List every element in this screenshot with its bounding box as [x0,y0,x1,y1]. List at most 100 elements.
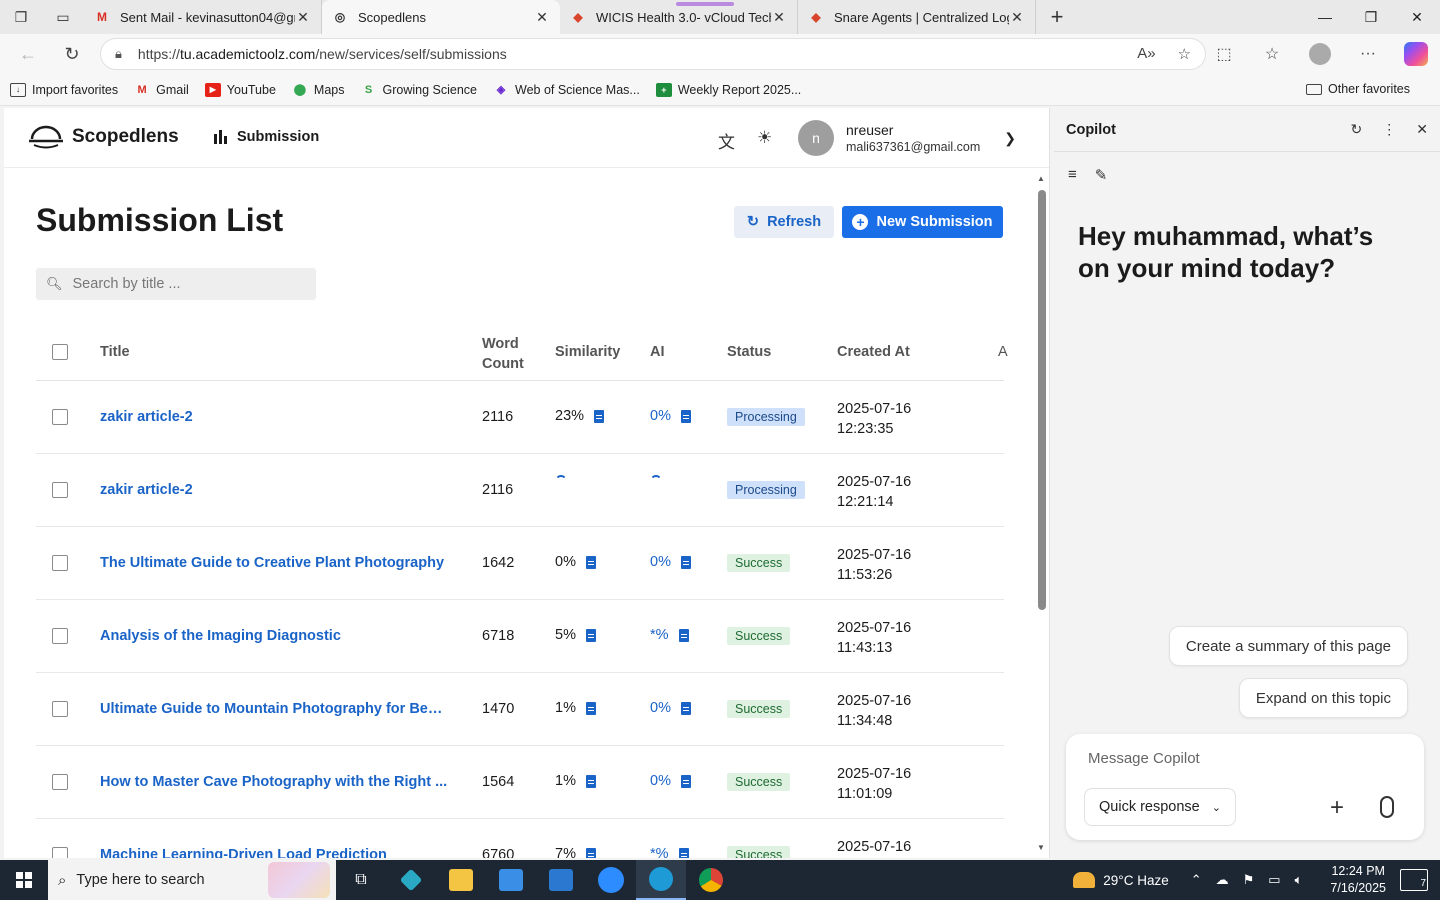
close-window-icon[interactable]: ✕ [1394,0,1440,34]
ai-value[interactable]: 0% [650,554,671,570]
column-word-count[interactable]: Word Count [482,334,524,374]
ai-value[interactable]: 0% [650,408,671,424]
browser-tab-snare[interactable]: ◆ Snare Agents | Centralized Log Co ✕ [798,0,1036,34]
submission-title-link[interactable]: How to Master Cave Photography with the … [100,774,450,790]
suggestion-expand-button[interactable]: Expand on this topic [1238,678,1408,718]
row-checkbox[interactable] [52,409,68,425]
site-info-icon[interactable]: 🔒︎ [115,46,122,62]
theme-sun-icon[interactable]: ☀ [757,128,772,153]
message-input[interactable]: Message Copilot [1088,750,1200,767]
reload-icon[interactable]: ↻ [50,44,94,65]
ai-value[interactable]: 0% [650,773,671,789]
column-ai[interactable]: AI [650,344,665,360]
back-icon[interactable]: ← [6,44,50,65]
favorite-star-icon[interactable]: ☆ [1178,45,1191,63]
close-tab-icon[interactable]: ✕ [771,9,787,26]
weather-widget[interactable]: 29°C Haze [1073,872,1169,888]
ai-report-doc-icon[interactable] [680,774,691,788]
suggestion-summary-button[interactable]: Create a summary of this page [1168,626,1408,666]
user-menu[interactable]: n nreuser mali637361@gmail.com ❯ [798,120,1016,156]
favorite-maps[interactable]: ⬤ Maps [292,83,345,97]
read-aloud-icon[interactable]: A» [1137,45,1155,63]
report-doc-icon[interactable] [585,701,596,715]
profile-avatar[interactable] [1296,43,1344,65]
refresh-button[interactable]: ↻ Refresh [734,206,834,238]
browser-tab-scopedlens[interactable]: ◎ Scopedlens ✕ [322,0,560,34]
menu-icon[interactable]: ≡ [1068,166,1077,184]
row-checkbox[interactable] [52,701,68,717]
favorite-import[interactable]: ↓ Import favorites [10,82,118,97]
ai-report-doc-icon[interactable] [680,409,691,423]
column-similarity[interactable]: Similarity [555,344,620,360]
ai-value[interactable]: *% [650,627,669,643]
page-scrollbar[interactable]: ▲ ▼ [1036,174,1048,858]
search-input[interactable] [72,276,303,292]
microphone-icon[interactable] [1380,796,1394,818]
submission-title-link[interactable]: zakir article-2 [100,482,450,498]
submission-title-link[interactable]: zakir article-2 [100,409,450,425]
scroll-up-icon[interactable]: ▲ [1037,174,1045,183]
submission-title-link[interactable]: Ultimate Guide to Mountain Photography f… [100,701,450,717]
notifications-icon[interactable]: 7 [1400,869,1428,891]
extensions-icon[interactable]: ⬚ [1200,44,1248,64]
refresh-icon[interactable]: ↻ [1351,121,1363,138]
clock[interactable]: 12:24 PM 7/16/2025 [1330,863,1386,897]
submission-title-link[interactable]: Machine Learning-Driven Load Prediction [100,847,450,858]
ai-value[interactable]: 0% [650,700,671,716]
zoom-icon[interactable] [586,860,636,900]
close-tab-icon[interactable]: ✕ [1009,9,1025,26]
new-chat-icon[interactable]: ✎ [1095,166,1108,184]
ai-value[interactable]: *% [650,846,669,858]
volume-icon[interactable]: 🔈︎ [1295,872,1303,888]
app-logo[interactable]: Scopedlens [28,123,179,151]
app-diamond-icon[interactable] [386,860,436,900]
row-checkbox[interactable] [52,628,68,644]
network-icon[interactable]: ▭ [1268,872,1280,888]
other-favorites[interactable]: Other favorites [1306,82,1410,96]
row-checkbox[interactable] [52,774,68,790]
more-options-icon[interactable]: ⋮ [1382,121,1396,138]
restore-icon[interactable]: ❐ [1348,0,1394,34]
nav-submission[interactable]: Submission [214,129,319,145]
report-doc-icon[interactable] [594,409,605,423]
favorite-growing-science[interactable]: S Growing Science [361,83,477,97]
microsoft-store-icon[interactable] [486,860,536,900]
taskbar-search[interactable]: ⌕ Type here to search [48,860,336,900]
onedrive-icon[interactable]: ☁ [1216,872,1229,888]
column-created-at[interactable]: Created At [837,344,910,360]
file-explorer-icon[interactable] [436,860,486,900]
submission-title-link[interactable]: The Ultimate Guide to Creative Plant Pho… [100,555,450,571]
task-view-icon[interactable]: ⧉ [336,860,386,900]
chrome-icon[interactable] [686,860,736,900]
workspaces-icon[interactable]: ❐ [0,0,42,34]
chevron-up-icon[interactable]: ⌃ [1191,872,1202,888]
close-tab-icon[interactable]: ✕ [295,9,311,26]
start-button[interactable] [0,872,48,888]
ai-report-doc-icon[interactable] [678,847,689,858]
favorite-youtube[interactable]: ▶ YouTube [204,82,276,97]
new-tab-button[interactable]: + [1036,0,1078,34]
close-icon[interactable]: ✕ [1416,121,1428,138]
security-icon[interactable]: ⚑ [1243,872,1255,888]
favorite-weekly-report[interactable]: + Weekly Report 2025... [655,82,801,97]
favorite-gmail[interactable]: M Gmail [134,83,189,97]
row-checkbox[interactable] [52,847,68,858]
scroll-down-icon[interactable]: ▼ [1037,843,1045,852]
select-all-checkbox[interactable] [52,344,68,360]
favorites-icon[interactable]: ☆ [1248,44,1296,64]
chevron-down-icon[interactable]: ❯ [1004,130,1016,147]
close-tab-icon[interactable]: ✕ [534,9,550,26]
browser-tab-wicis[interactable]: ◆ WICIS Health 3.0- vCloud Tech ✕ [560,0,798,34]
address-bar[interactable]: 🔒︎ https://tu.academictoolz.com/new/serv… [100,38,1206,70]
ai-report-doc-icon[interactable] [680,555,691,569]
submission-title-link[interactable]: Analysis of the Imaging Diagnostic [100,628,450,644]
row-checkbox[interactable] [52,482,68,498]
report-doc-icon[interactable] [585,847,596,858]
ai-report-doc-icon[interactable] [678,628,689,642]
new-submission-button[interactable]: + New Submission [842,206,1003,238]
add-attachment-icon[interactable]: + [1330,794,1344,822]
report-doc-icon[interactable] [585,774,596,788]
column-status[interactable]: Status [727,344,771,360]
minimize-icon[interactable]: — [1302,0,1348,34]
mail-icon[interactable] [536,860,586,900]
